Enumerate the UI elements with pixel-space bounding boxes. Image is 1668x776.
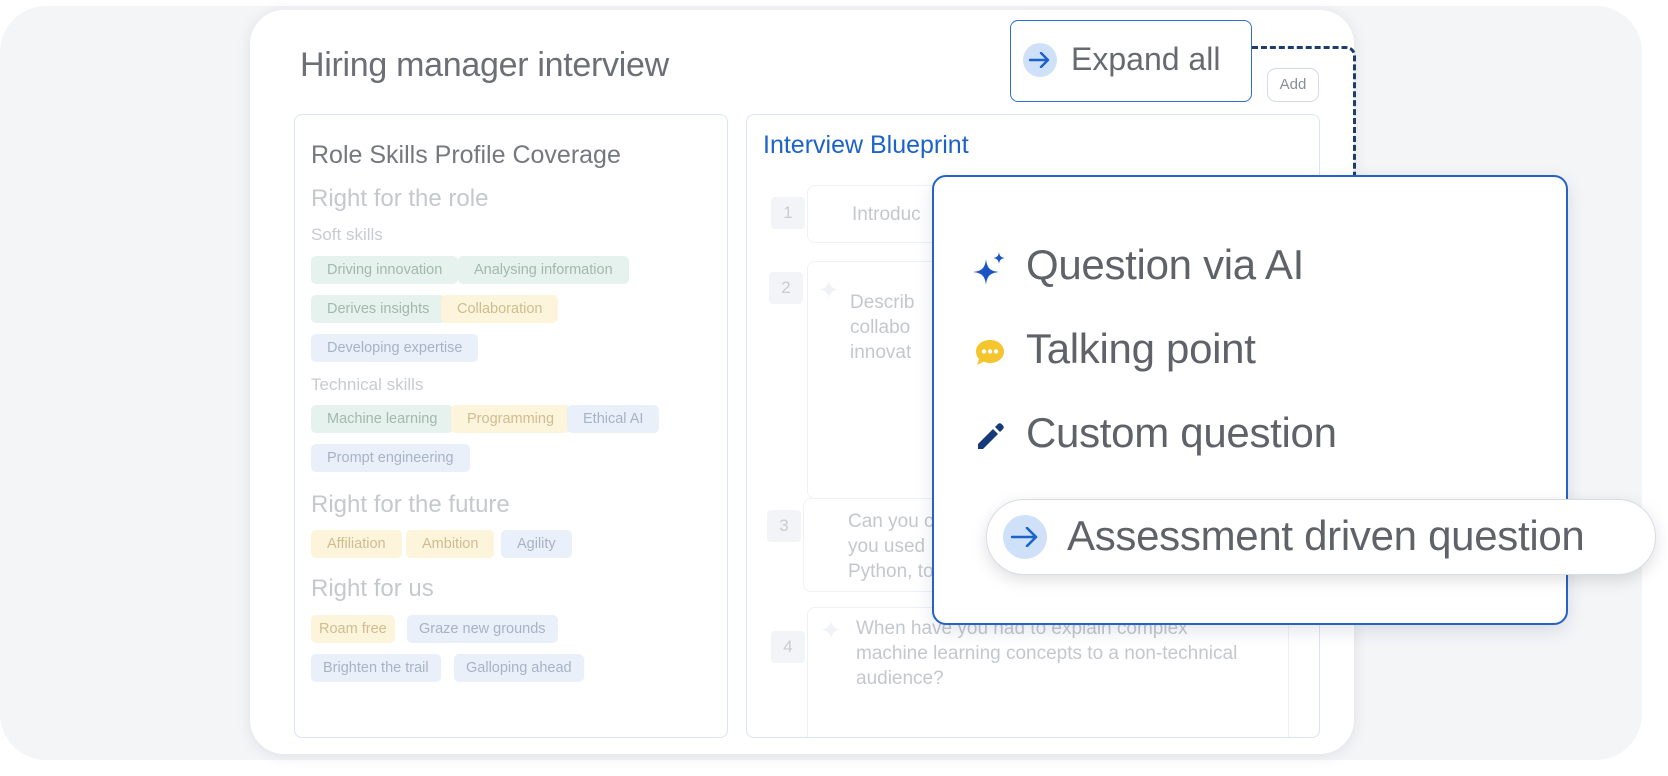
question-text: Introduc — [852, 204, 921, 225]
menu-item-label: Custom question — [1026, 409, 1337, 456]
skill-tag[interactable]: Programming — [451, 405, 571, 433]
chat-bubble-icon — [970, 333, 1010, 373]
sparkle-icon — [970, 249, 1010, 289]
pencil-icon — [970, 417, 1010, 457]
skills-coverage-panel: Role Skills Profile Coverage Right for t… — [294, 114, 728, 738]
subsection-heading: Soft skills — [311, 225, 383, 244]
skill-tag[interactable]: Graze new grounds — [407, 615, 558, 643]
question-text: When have you had to explain complex mac… — [856, 618, 1238, 689]
skills-coverage-title: Role Skills Profile Coverage — [311, 141, 621, 169]
arrow-right-icon — [1023, 43, 1057, 77]
menu-item-label: Assessment driven question — [1067, 512, 1585, 559]
sparkle-icon: ✦ — [818, 275, 840, 305]
blueprint-title: Interview Blueprint — [763, 131, 969, 159]
skill-tag[interactable]: Driving innovation — [311, 256, 459, 284]
skill-tag[interactable]: Derives insights — [311, 295, 446, 323]
skill-tag[interactable]: Ambition — [406, 530, 495, 558]
question-number: 3 — [767, 510, 801, 542]
question-text: Describ collabo innovat — [850, 292, 915, 363]
menu-item-label: Talking point — [1026, 325, 1256, 372]
question-number: 4 — [771, 631, 805, 663]
expand-all-button[interactable]: Expand all — [1010, 20, 1252, 102]
section-heading: Right for the role — [311, 185, 489, 212]
question-number: 1 — [771, 197, 805, 229]
menu-item-label: Question via AI — [1026, 241, 1304, 288]
question-number: 2 — [769, 272, 803, 304]
page-title: Hiring manager interview — [300, 46, 669, 84]
expand-all-label: Expand all — [1071, 41, 1221, 77]
skill-tag[interactable]: Brighten the trail — [311, 654, 441, 682]
section-heading: Right for the future — [311, 491, 510, 518]
section-heading: Right for us — [311, 575, 434, 602]
arrow-right-icon — [1003, 515, 1047, 559]
sparkle-icon: ✦ — [820, 615, 842, 645]
question-card[interactable]: ✦ When have you had to explain complex m… — [807, 607, 1289, 737]
skill-tag[interactable]: Analysing information — [458, 256, 629, 284]
skill-tag[interactable]: Collaboration — [441, 295, 559, 323]
subsection-heading: Technical skills — [311, 375, 424, 394]
skill-tag[interactable]: Ethical AI — [567, 405, 660, 433]
menu-item-assessment-driven-question[interactable]: Assessment driven question — [986, 499, 1656, 575]
skill-tag[interactable]: Agility — [501, 530, 572, 558]
skill-tag[interactable]: Galloping ahead — [454, 654, 584, 682]
skill-tag[interactable]: Roam free — [311, 615, 395, 643]
skill-tag[interactable]: Machine learning — [311, 405, 454, 433]
skill-tag[interactable]: Developing expertise — [311, 334, 479, 362]
skill-tag[interactable]: Prompt engineering — [311, 444, 470, 472]
question-text: Can you c you used Python, to — [848, 511, 934, 582]
skill-tag[interactable]: Affiliation — [311, 530, 402, 558]
